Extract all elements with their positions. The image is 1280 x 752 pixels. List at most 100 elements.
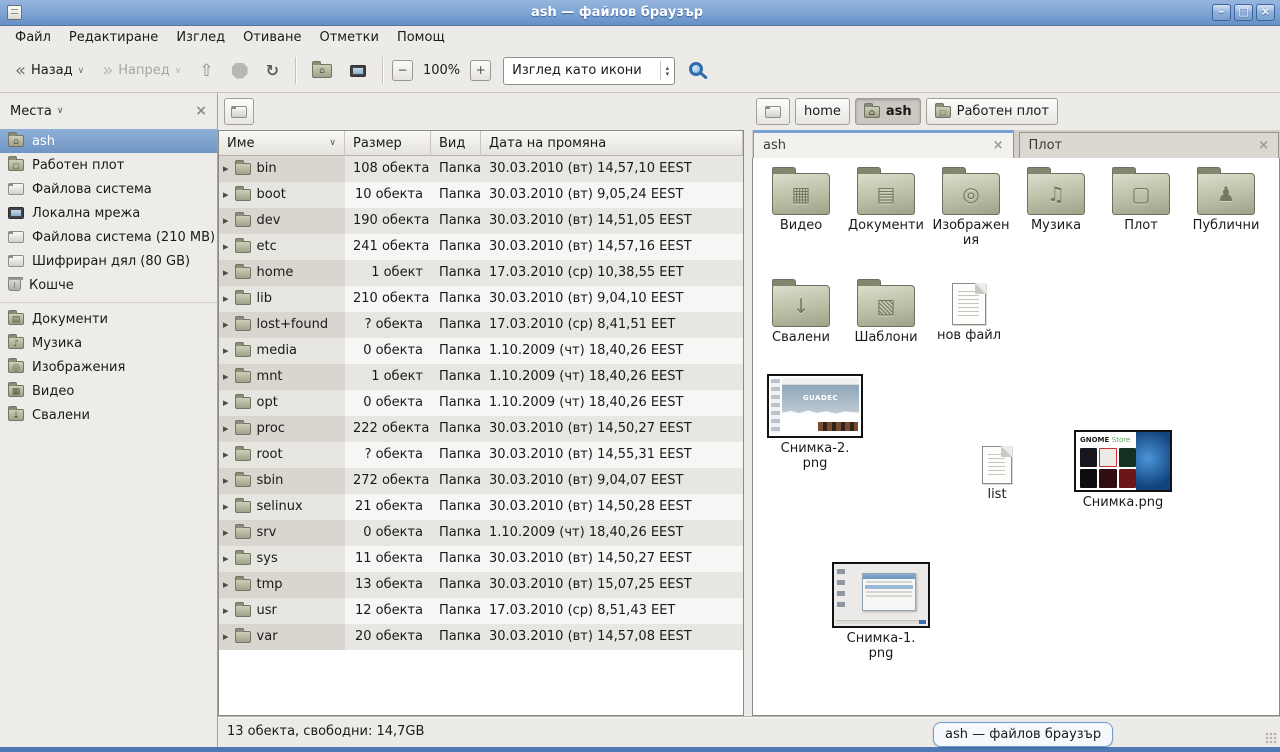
- table-row[interactable]: root ? обекта Папка 30.03.2010 (вт) 14,5…: [219, 442, 743, 468]
- menu-item[interactable]: Изглед: [167, 26, 234, 49]
- folder-item[interactable]: Плот: [1099, 166, 1183, 234]
- expander-icon[interactable]: [223, 520, 229, 546]
- table-row[interactable]: dev 190 обекта Папка 30.03.2010 (вт) 14,…: [219, 208, 743, 234]
- sidebar-place-item[interactable]: Шифриран дял (80 GB): [0, 249, 217, 273]
- up-button[interactable]: ⇧: [192, 57, 220, 85]
- menu-item[interactable]: Отметки: [310, 26, 387, 49]
- computer-button[interactable]: [343, 61, 373, 81]
- home-button[interactable]: [305, 60, 339, 82]
- folder-item[interactable]: Видео: [759, 166, 843, 234]
- back-dropdown-icon[interactable]: ∨: [78, 66, 85, 76]
- table-row[interactable]: var 20 обекта Папка 30.03.2010 (вт) 14,5…: [219, 624, 743, 650]
- menu-item[interactable]: Редактиране: [60, 26, 167, 49]
- expander-icon[interactable]: [223, 260, 229, 286]
- expander-icon[interactable]: [223, 208, 229, 234]
- expander-icon[interactable]: [223, 364, 229, 390]
- table-row[interactable]: selinux 21 обекта Папка 30.03.2010 (вт) …: [219, 494, 743, 520]
- sidebar-place-item[interactable]: Файлова система: [0, 177, 217, 201]
- expander-icon[interactable]: [223, 572, 229, 598]
- table-row[interactable]: sys 11 обекта Папка 30.03.2010 (вт) 14,5…: [219, 546, 743, 572]
- table-row[interactable]: lib 210 обекта Папка 30.03.2010 (вт) 9,0…: [219, 286, 743, 312]
- expander-icon[interactable]: [223, 494, 229, 520]
- back-button[interactable]: « Назад ∨: [8, 59, 91, 83]
- sidebar-bookmark-item[interactable]: Изображения: [0, 355, 217, 379]
- expander-icon[interactable]: [223, 156, 229, 182]
- tab-close-icon[interactable]: ×: [993, 138, 1004, 153]
- table-row[interactable]: opt 0 обекта Папка 1.10.2009 (чт) 18,40,…: [219, 390, 743, 416]
- file-item-snimka[interactable]: GNOME Store Снимка.png: [1071, 430, 1175, 511]
- sidebar-title-dropdown-icon[interactable]: ∨: [57, 106, 64, 116]
- column-header-date[interactable]: Дата на промяна: [481, 131, 743, 156]
- sidebar-bookmark-item[interactable]: Документи: [0, 307, 217, 331]
- expander-icon[interactable]: [223, 390, 229, 416]
- sidebar-place-item[interactable]: ash: [0, 129, 217, 153]
- sidebar-bookmark-item[interactable]: Видео: [0, 379, 217, 403]
- path-button[interactable]: [756, 98, 790, 125]
- search-icon[interactable]: [689, 62, 703, 76]
- file-item-snimka1[interactable]: Снимка-1.png: [829, 562, 933, 662]
- tab[interactable]: Плот ×: [1019, 132, 1280, 158]
- folder-item[interactable]: Документи: [844, 166, 928, 234]
- folder-item[interactable]: Музика: [1014, 166, 1098, 234]
- forward-dropdown-icon[interactable]: ∨: [175, 66, 182, 76]
- column-header-type[interactable]: Вид: [431, 131, 481, 156]
- filesystem-root-button[interactable]: [224, 98, 254, 125]
- folder-item[interactable]: Публични: [1184, 166, 1268, 234]
- table-row[interactable]: mnt 1 обект Папка 1.10.2009 (чт) 18,40,2…: [219, 364, 743, 390]
- icon-view[interactable]: Видео Документи Изображения Музика: [752, 158, 1280, 716]
- expander-icon[interactable]: [223, 624, 229, 650]
- expander-icon[interactable]: [223, 468, 229, 494]
- zoom-in-button[interactable]: +: [470, 60, 491, 81]
- table-row[interactable]: home 1 обект Папка 17.03.2010 (ср) 10,38…: [219, 260, 743, 286]
- maximize-button[interactable]: □: [1234, 4, 1253, 21]
- expander-icon[interactable]: [223, 234, 229, 260]
- menu-item[interactable]: Файл: [6, 26, 60, 49]
- table-row[interactable]: etc 241 обекта Папка 30.03.2010 (вт) 14,…: [219, 234, 743, 260]
- path-button[interactable]: Работен плот: [926, 98, 1058, 125]
- file-item-new-file[interactable]: нов файл: [927, 278, 1011, 344]
- sidebar-close-icon[interactable]: ×: [195, 103, 207, 119]
- folder-item[interactable]: Свалени: [759, 278, 843, 346]
- sidebar-bookmark-item[interactable]: Свалени: [0, 403, 217, 427]
- file-item-snimka2[interactable]: GUADEC Снимка-2.png: [763, 374, 867, 472]
- table-row[interactable]: tmp 13 обекта Папка 30.03.2010 (вт) 15,0…: [219, 572, 743, 598]
- expander-icon[interactable]: [223, 546, 229, 572]
- reload-button[interactable]: ↻: [259, 57, 286, 84]
- close-button[interactable]: ×: [1256, 4, 1275, 21]
- minimize-button[interactable]: –: [1212, 4, 1231, 21]
- column-header-size[interactable]: Размер: [345, 131, 431, 156]
- path-button[interactable]: home: [795, 98, 850, 125]
- expander-icon[interactable]: [223, 338, 229, 364]
- sidebar-place-item[interactable]: Файлова система (210 MB): [0, 225, 217, 249]
- file-item-list[interactable]: list: [955, 446, 1039, 503]
- table-row[interactable]: proc 222 обекта Папка 30.03.2010 (вт) 14…: [219, 416, 743, 442]
- expander-icon[interactable]: [223, 182, 229, 208]
- expander-icon[interactable]: [223, 416, 229, 442]
- menu-item[interactable]: Отиване: [234, 26, 310, 49]
- menu-item[interactable]: Помощ: [388, 26, 454, 49]
- view-mode-select[interactable]: Изглед като икони ▴▾: [503, 57, 675, 85]
- pane-splitter[interactable]: [744, 93, 752, 716]
- table-row[interactable]: srv 0 обекта Папка 1.10.2009 (чт) 18,40,…: [219, 520, 743, 546]
- folder-item[interactable]: Шаблони: [844, 278, 928, 346]
- expander-icon[interactable]: [223, 442, 229, 468]
- table-row[interactable]: bin 108 обекта Папка 30.03.2010 (вт) 14,…: [219, 156, 743, 182]
- tab-close-icon[interactable]: ×: [1258, 138, 1269, 153]
- sidebar-place-item[interactable]: Локална мрежа: [0, 201, 217, 225]
- forward-button[interactable]: » Напред ∨: [95, 59, 188, 83]
- folder-item[interactable]: Изображения: [929, 166, 1013, 249]
- sidebar-bookmark-item[interactable]: Музика: [0, 331, 217, 355]
- path-button[interactable]: ash: [855, 98, 921, 125]
- table-row[interactable]: boot 10 обекта Папка 30.03.2010 (вт) 9,0…: [219, 182, 743, 208]
- expander-icon[interactable]: [223, 598, 229, 624]
- sidebar-place-item[interactable]: Кошче: [0, 273, 217, 297]
- table-row[interactable]: media 0 обекта Папка 1.10.2009 (чт) 18,4…: [219, 338, 743, 364]
- zoom-out-button[interactable]: −: [392, 60, 413, 81]
- table-row[interactable]: sbin 272 обекта Папка 30.03.2010 (вт) 9,…: [219, 468, 743, 494]
- tab[interactable]: ash ×: [753, 130, 1014, 158]
- sidebar-place-item[interactable]: Работен плот: [0, 153, 217, 177]
- column-header-name[interactable]: Име ∨: [219, 131, 345, 156]
- expander-icon[interactable]: [223, 286, 229, 312]
- expander-icon[interactable]: [223, 312, 229, 338]
- stop-button[interactable]: [225, 59, 255, 83]
